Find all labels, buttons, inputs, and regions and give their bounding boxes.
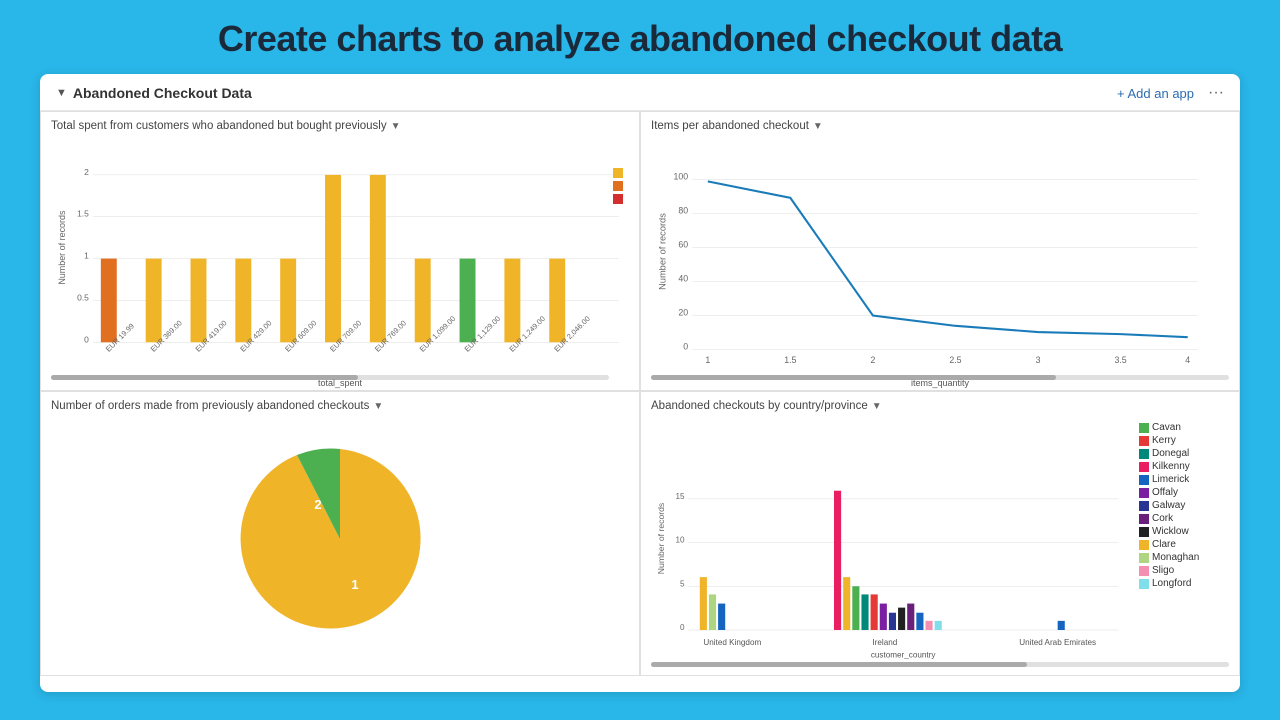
dashboard-container: ▼ Abandoned Checkout Data + Add an app ·… <box>40 74 1240 692</box>
svg-text:20: 20 <box>678 308 688 318</box>
chart4-title: Abandoned checkouts by country/province … <box>651 400 1229 412</box>
chart4-legend: Cavan Kerry Donegal Kilkenny Limerick Of… <box>1139 418 1229 659</box>
svg-text:1.5: 1.5 <box>784 355 796 365</box>
svg-text:1: 1 <box>705 355 710 365</box>
chart2-x-label: items_quantity <box>911 378 969 388</box>
chart-panel-3: Number of orders made from previously ab… <box>40 391 640 676</box>
svg-text:Number of records: Number of records <box>657 213 667 290</box>
chart2-svg: Number of records 0 20 40 60 80 100 <box>651 138 1229 365</box>
chart1-x-label: total_spent <box>318 378 362 388</box>
chart2-title: Items per abandoned checkout ▼ <box>651 120 1229 132</box>
svg-text:100: 100 <box>674 171 689 181</box>
chart2-filter-icon[interactable]: ▼ <box>813 121 823 132</box>
chart-panel-4: Abandoned checkouts by country/province … <box>640 391 1240 676</box>
svg-text:1.5: 1.5 <box>77 209 89 219</box>
chart4-scrollbar[interactable] <box>651 662 1229 667</box>
page-header: Create charts to analyze abandoned check… <box>0 0 1280 74</box>
svg-text:40: 40 <box>678 273 688 283</box>
chart3-title: Number of orders made from previously ab… <box>51 400 629 412</box>
legend-orange <box>613 181 623 191</box>
dashboard-title: Abandoned Checkout Data <box>73 85 252 101</box>
chart4-filter-icon[interactable]: ▼ <box>872 401 882 412</box>
add-app-button[interactable]: + Add an app <box>1117 86 1194 101</box>
svg-text:0: 0 <box>683 342 688 352</box>
charts-grid: Total spent from customers who abandoned… <box>40 111 1240 676</box>
legend-red <box>613 194 623 204</box>
chart2-area: Number of records 0 20 40 60 80 100 <box>651 138 1229 374</box>
svg-text:3: 3 <box>1036 355 1041 365</box>
svg-text:Number of records: Number of records <box>57 210 67 285</box>
legend-yellow <box>613 168 623 178</box>
svg-text:3.5: 3.5 <box>1115 355 1127 365</box>
svg-text:5: 5 <box>680 579 685 588</box>
chart1-legend <box>613 168 623 204</box>
page-title: Create charts to analyze abandoned check… <box>0 18 1280 60</box>
chart-panel-1: Total spent from customers who abandoned… <box>40 111 640 391</box>
dashboard-title-area: ▼ Abandoned Checkout Data <box>56 85 252 101</box>
collapse-icon[interactable]: ▼ <box>56 87 67 99</box>
svg-text:0: 0 <box>84 334 89 344</box>
svg-text:United Arab Emirates: United Arab Emirates <box>1019 638 1096 647</box>
svg-text:2: 2 <box>314 497 321 512</box>
chart4-area: Number of records 0 5 10 15 <box>651 418 1229 659</box>
chart3-filter-icon[interactable]: ▼ <box>373 401 383 412</box>
svg-text:customer_country: customer_country <box>871 650 937 659</box>
svg-text:0: 0 <box>680 623 685 632</box>
dashboard-actions: + Add an app ··· <box>1117 84 1224 102</box>
svg-text:60: 60 <box>678 239 688 249</box>
svg-text:15: 15 <box>676 492 686 501</box>
svg-text:Ireland: Ireland <box>872 638 897 647</box>
svg-text:10: 10 <box>676 536 686 545</box>
chart1-title: Total spent from customers who abandoned… <box>51 120 629 132</box>
chart4-svg: Number of records 0 5 10 15 <box>651 418 1139 659</box>
svg-text:2: 2 <box>870 355 875 365</box>
chart3-area: 1 2 <box>51 418 629 659</box>
more-options-icon[interactable]: ··· <box>1208 84 1224 102</box>
svg-text:80: 80 <box>678 205 688 215</box>
dashboard-header: ▼ Abandoned Checkout Data + Add an app ·… <box>40 74 1240 111</box>
svg-text:1: 1 <box>84 251 89 261</box>
chart-panel-2: Items per abandoned checkout ▼ Number of… <box>640 111 1240 391</box>
svg-text:4: 4 <box>1185 355 1190 365</box>
svg-text:1: 1 <box>351 577 358 592</box>
svg-text:2.5: 2.5 <box>949 355 961 365</box>
svg-text:United Kingdom: United Kingdom <box>703 638 761 647</box>
chart1-filter-icon[interactable]: ▼ <box>391 121 401 132</box>
svg-text:Number of records: Number of records <box>656 503 666 574</box>
svg-text:2: 2 <box>84 167 89 177</box>
chart1-area: Number of records 0 0.5 1 1.5 2 <box>51 138 629 374</box>
svg-text:0.5: 0.5 <box>77 292 89 302</box>
chart1-svg: Number of records 0 0.5 1 1.5 2 <box>51 138 629 357</box>
chart3-svg: 1 2 <box>190 419 490 659</box>
